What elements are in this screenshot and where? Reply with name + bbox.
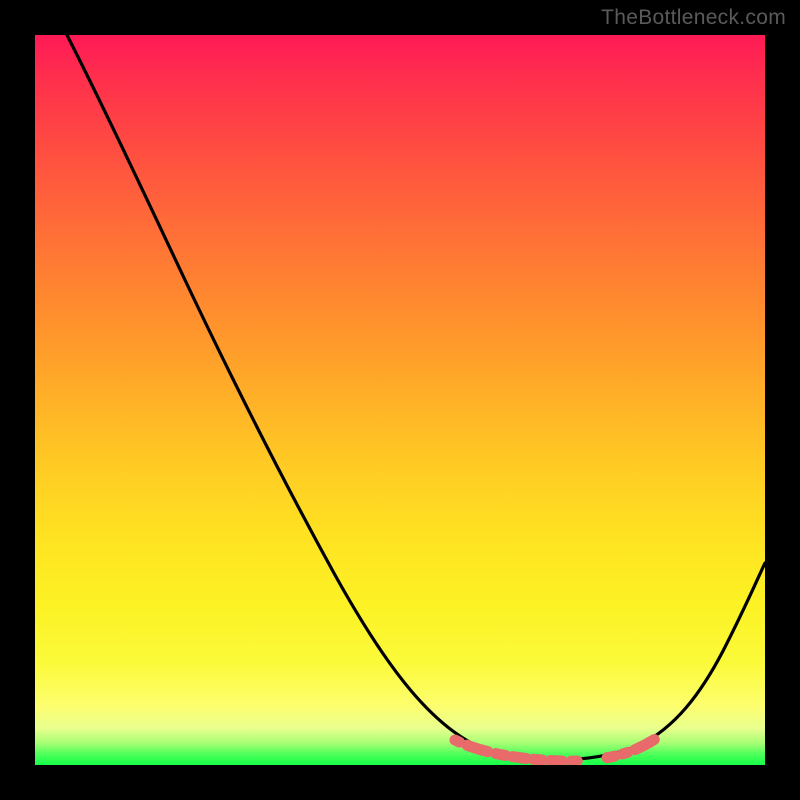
plot-area bbox=[35, 35, 765, 765]
watermark-text: TheBottleneck.com bbox=[601, 6, 786, 30]
chart-container: TheBottleneck.com bbox=[0, 0, 800, 800]
bottleneck-curve bbox=[35, 35, 765, 765]
curve-path bbox=[67, 35, 765, 760]
curve-markers bbox=[455, 737, 658, 761]
